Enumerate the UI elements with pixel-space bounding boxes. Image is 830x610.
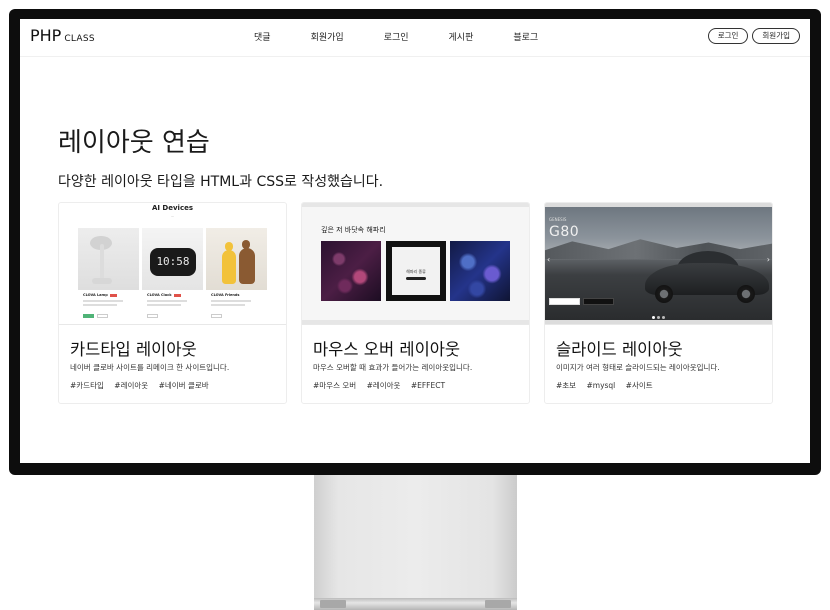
brand-label: GENESIS <box>549 217 567 222</box>
product-more-button <box>97 314 108 318</box>
slide-button-white <box>549 298 580 305</box>
product-buy-button <box>83 314 94 318</box>
slide-dots <box>545 316 772 319</box>
card-thumbnail: AI Devices — 10:58 CLOVA Lamp CLOVA Cloc… <box>59 203 286 325</box>
tag[interactable]: #레이아웃 <box>367 381 401 390</box>
card-thumbnail: 깊은 저 바닷속 해파리 해파리 종류 <box>302 203 529 325</box>
signup-button[interactable]: 회원가입 <box>752 28 800 44</box>
thumb-bottom-bar <box>302 320 529 324</box>
hover-overlay: 해파리 종류 <box>392 247 440 295</box>
product-image-lamp <box>78 228 139 290</box>
text-line <box>83 304 117 306</box>
card-card-layout[interactable]: AI Devices — 10:58 CLOVA Lamp CLOVA Cloc… <box>58 202 287 404</box>
login-button[interactable]: 로그인 <box>707 28 749 44</box>
card-slide-layout[interactable]: GENESIS G80 ‹ › 슬라이드 레이아웃 이미지가 여러 형태로 슬라… <box>544 202 773 404</box>
card-thumbnail: GENESIS G80 ‹ › <box>545 203 772 325</box>
card-description: 네이버 클로바 사이트를 리메이크 한 사이트입니다. <box>70 363 230 372</box>
monitor-stand-base <box>314 598 517 610</box>
nav-item-signup[interactable]: 회원가입 <box>311 30 344 43</box>
product-more-button <box>147 314 158 318</box>
auth-buttons: 로그인 회원가입 <box>707 28 800 44</box>
text-line <box>211 304 245 306</box>
mountain-shape <box>545 239 772 259</box>
lamp-base-shape <box>92 278 112 284</box>
jellyfish-hover-panel: 해파리 종류 <box>386 241 446 301</box>
text-line <box>147 300 187 302</box>
card-title: 마우스 오버 레이아웃 <box>313 340 461 359</box>
thumb-subheading: — <box>171 214 174 218</box>
product-name: CLOVA Lamp <box>83 293 117 297</box>
card-tags: #마우스 오버 #레이아웃 #EFFECT <box>313 380 453 391</box>
car-slide-image: GENESIS G80 ‹ › <box>545 207 772 320</box>
tag[interactable]: #네이버 클로바 <box>159 381 209 390</box>
site-logo[interactable]: PHP CLASS <box>30 26 95 45</box>
friend-figure-brown <box>239 240 255 284</box>
card-title: 카드타입 레이아웃 <box>70 340 197 359</box>
logo-sub: CLASS <box>64 34 95 44</box>
tag[interactable]: #레이아웃 <box>114 381 148 390</box>
text-line <box>83 300 123 302</box>
nav-item-blog[interactable]: 블로그 <box>513 30 538 43</box>
nav-item-board[interactable]: 게시판 <box>449 30 474 43</box>
product-image-friends <box>206 228 267 290</box>
thumb-heading: AI Devices <box>151 204 194 212</box>
logo-text: PHP <box>30 26 62 45</box>
thumb-top-bar <box>302 203 529 207</box>
clock-display: 10:58 <box>150 248 196 276</box>
tag[interactable]: #mysql <box>586 381 615 390</box>
product-image-clock: 10:58 <box>142 228 203 290</box>
card-description: 이미지가 여러 형태로 슬라이드되는 레이아웃입니다. <box>556 363 720 372</box>
car-wheel-shape <box>655 285 673 303</box>
monitor-stand <box>314 475 517 600</box>
nav-item-login[interactable]: 로그인 <box>384 30 409 43</box>
jellyfish-image-blue <box>450 241 510 301</box>
friend-figure-yellow <box>222 242 236 284</box>
page-title: 레이아웃 연습 <box>58 128 210 158</box>
card-description: 마우스 오버할 때 효과가 들어가는 레이아웃입니다. <box>313 363 473 372</box>
main-nav: 댓글 회원가입 로그인 게시판 블로그 <box>254 30 578 43</box>
model-label: G80 <box>549 224 580 240</box>
tag[interactable]: #초보 <box>556 381 576 390</box>
hover-button <box>406 277 426 280</box>
slide-next-icon[interactable]: › <box>767 255 770 264</box>
product-name: CLOVA Clock <box>147 293 181 297</box>
tag[interactable]: #EFFECT <box>411 381 445 390</box>
slide-button-black <box>583 298 614 305</box>
card-tags: #카드타입 #레이아웃 #네이버 클로바 <box>70 380 217 391</box>
card-tags: #초보 #mysql #사이트 <box>556 380 661 391</box>
tag[interactable]: #마우스 오버 <box>313 381 356 390</box>
jellyfish-image-purple <box>321 241 381 301</box>
tag[interactable]: #카드타입 <box>70 381 104 390</box>
nav-item-comments[interactable]: 댓글 <box>254 30 271 43</box>
text-line <box>211 300 251 302</box>
car-wheel-shape <box>737 285 755 303</box>
monitor-screen: PHP CLASS 댓글 회원가입 로그인 게시판 블로그 로그인 회원가입 레이… <box>20 19 810 463</box>
product-name: CLOVA Friends <box>211 293 240 297</box>
page-description: 다양한 레이아웃 타입을 HTML과 CSS로 작성했습니다. <box>58 174 384 190</box>
thumb-heading: 깊은 저 바닷속 해파리 <box>321 226 386 234</box>
product-more-button <box>211 314 222 318</box>
slide-prev-icon[interactable]: ‹ <box>547 255 550 264</box>
tag[interactable]: #사이트 <box>626 381 653 390</box>
card-title: 슬라이드 레이아웃 <box>556 340 683 359</box>
text-line <box>147 304 181 306</box>
hover-text: 해파리 종류 <box>406 269 426 274</box>
card-mouseover-layout[interactable]: 깊은 저 바닷속 해파리 해파리 종류 마우스 오버 레이아웃 마우스 오버할 … <box>301 202 530 404</box>
site-header: PHP CLASS 댓글 회원가입 로그인 게시판 블로그 로그인 회원가입 <box>20 19 810 57</box>
